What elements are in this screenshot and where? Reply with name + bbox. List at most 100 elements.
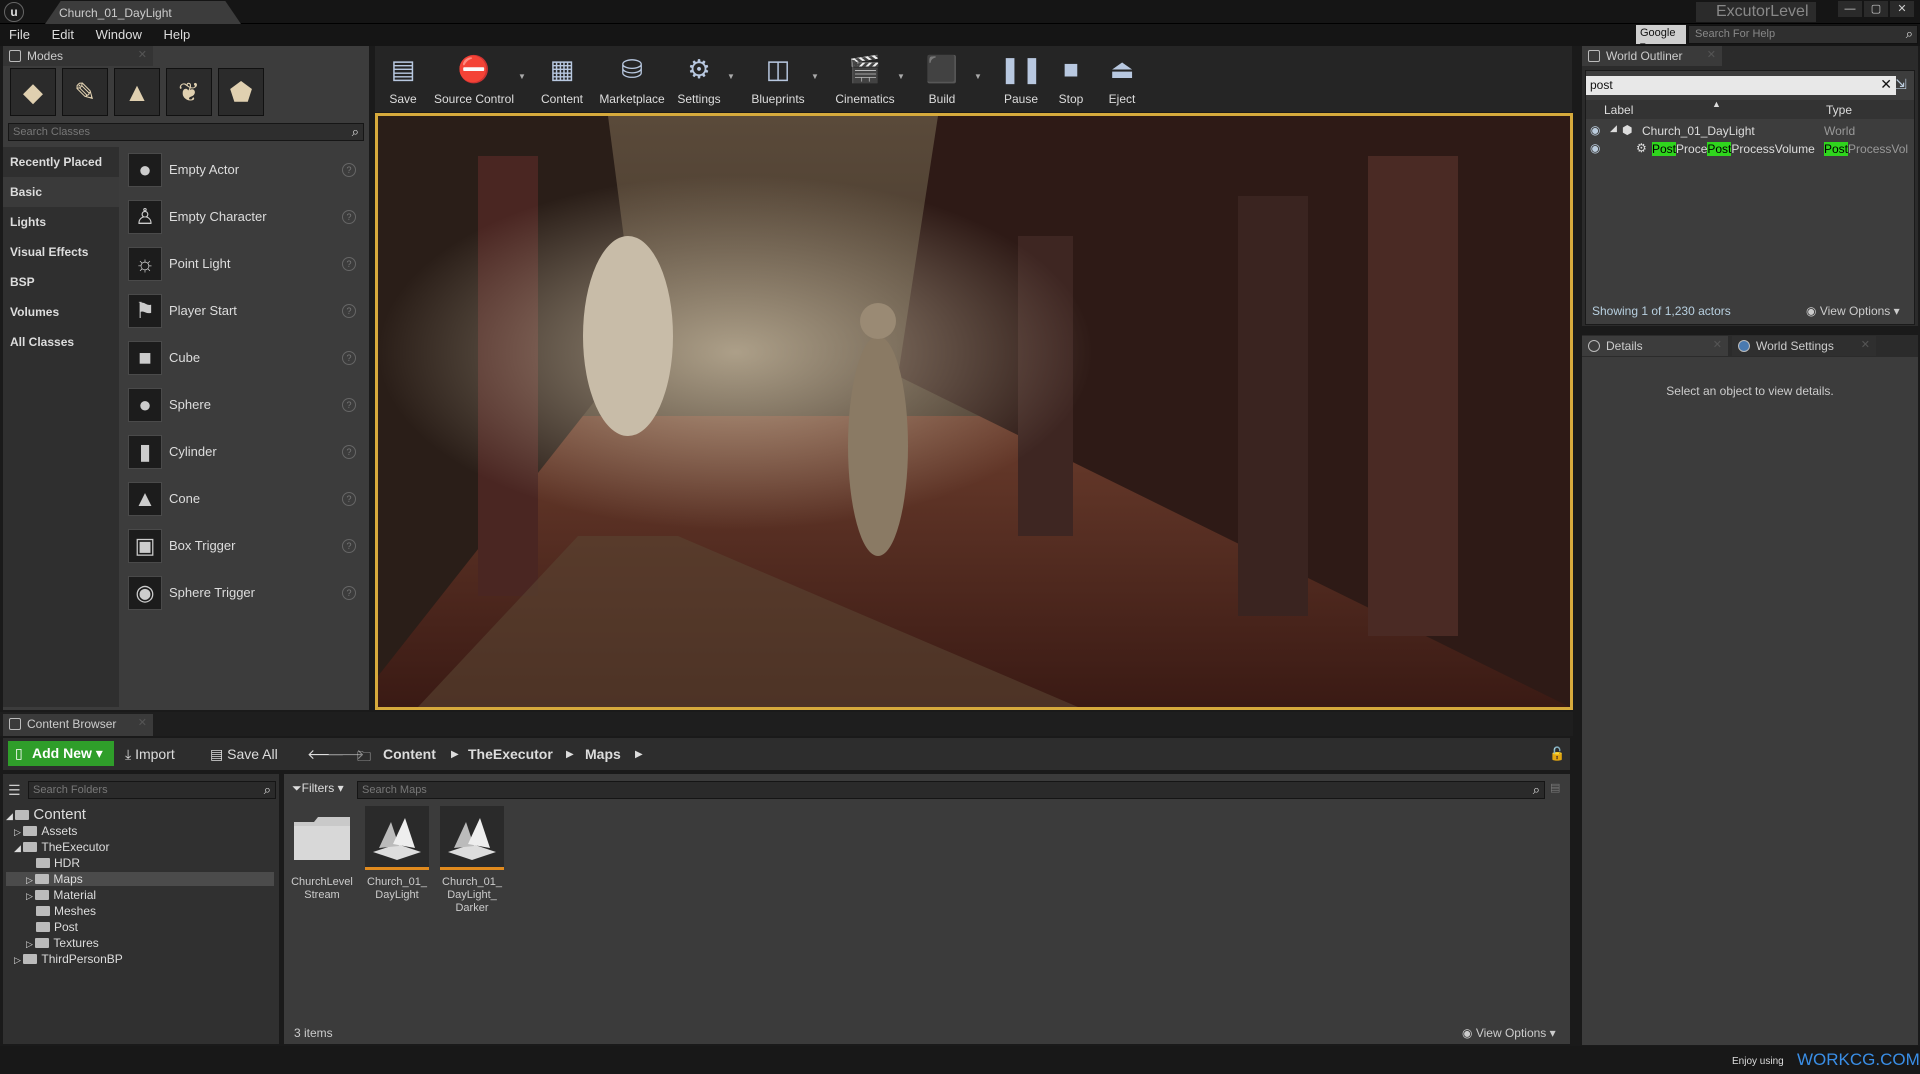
close-button[interactable]: ✕ (1890, 1, 1914, 17)
close-icon[interactable]: ✕ (138, 48, 147, 61)
outliner-row-postprocess[interactable]: ◉ ⚙ PostProcePostProcessVolume PostProce… (1586, 140, 1914, 158)
type-column-header[interactable]: Type (1826, 103, 1852, 117)
menu-file[interactable]: File (0, 24, 39, 45)
modes-tab[interactable]: Modes ✕ (3, 46, 153, 66)
build-button[interactable]: ⬛ Build (919, 49, 965, 109)
level-viewport[interactable] (375, 113, 1573, 710)
world-outliner-tab[interactable]: World Outliner ✕ (1582, 46, 1722, 66)
chevron-down-icon[interactable]: ▼ (518, 72, 526, 81)
class-item-box-trigger[interactable]: ▣ Box Trigger? (120, 523, 366, 570)
class-item-cone[interactable]: ▲ Cone? (120, 476, 366, 523)
label-column-header[interactable]: Label (1604, 103, 1633, 117)
world-settings-tab[interactable]: World Settings ✕ (1732, 336, 1876, 356)
tree-theexecutor[interactable]: ◢ TheExecutor (14, 840, 109, 854)
tree-textures[interactable]: ▷ Textures (26, 936, 99, 950)
content-button[interactable]: ▦ Content (538, 49, 586, 109)
class-item-empty-actor[interactable]: ● Empty Actor? (120, 147, 366, 194)
help-search-input[interactable]: Search For Help ⌕ (1688, 25, 1918, 44)
menu-window[interactable]: Window (87, 24, 151, 45)
close-icon[interactable]: ✕ (1707, 48, 1716, 61)
paint-mode-button[interactable]: ✎ (62, 68, 108, 116)
foliage-mode-button[interactable]: ❦ (166, 68, 212, 116)
help-icon[interactable]: ? (342, 351, 356, 365)
details-tab[interactable]: Details ✕ (1582, 336, 1728, 356)
tree-post[interactable]: Post (36, 920, 78, 934)
category-basic[interactable]: Basic (3, 177, 119, 207)
class-item-sphere-trigger[interactable]: ◉ Sphere Trigger? (120, 570, 366, 617)
stop-button[interactable]: ■ Stop (1051, 49, 1091, 109)
maximize-button[interactable]: ▢ (1864, 1, 1888, 17)
search-options-icon[interactable]: ▤ (1550, 781, 1560, 794)
place-mode-button[interactable]: ◆ (10, 68, 56, 116)
asset-churchlevelstream[interactable]: ChurchLevel Stream (287, 806, 357, 902)
help-icon[interactable]: ? (342, 163, 356, 177)
help-icon[interactable]: ? (342, 539, 356, 553)
class-item-cube[interactable]: ■ Cube? (120, 335, 366, 382)
category-visual-effects[interactable]: Visual Effects (3, 237, 119, 267)
help-icon[interactable]: ? (342, 398, 356, 412)
outliner-row-world[interactable]: ◉ ◢ ⬢ Church_01_DayLight World (1586, 122, 1914, 140)
add-actor-icon[interactable]: ⇲ (1890, 76, 1912, 95)
tree-hdr[interactable]: HDR (36, 856, 80, 870)
asset-church01-daylight[interactable]: Church_01_ DayLight (362, 806, 432, 902)
chevron-right-icon[interactable]: ▶ (451, 749, 459, 760)
help-icon[interactable]: ? (342, 210, 356, 224)
close-icon[interactable]: ✕ (1713, 338, 1722, 351)
outliner-view-options[interactable]: ◉ View Options ▾ (1806, 304, 1900, 318)
class-item-cylinder[interactable]: ▮ Cylinder? (120, 429, 366, 476)
help-icon[interactable]: ? (342, 586, 356, 600)
visibility-eye-icon[interactable]: ◉ (1590, 123, 1600, 137)
category-lights[interactable]: Lights (3, 207, 119, 237)
search-folders-input[interactable]: Search Folders ⌕ (28, 781, 276, 799)
sources-toggle-icon[interactable]: ☰ (8, 782, 21, 799)
pause-button[interactable]: ❚❚ Pause (999, 49, 1043, 109)
save-all-button[interactable]: ▤ Save All (210, 746, 278, 763)
import-button[interactable]: ⤓ Import (125, 746, 175, 763)
search-engine-dropdown[interactable]: Google ▾ (1636, 25, 1686, 52)
chevron-down-icon[interactable]: ▼ (897, 72, 905, 81)
close-icon[interactable]: ✕ (138, 716, 147, 729)
class-item-player-start[interactable]: ⚑ Player Start? (120, 288, 366, 335)
category-bsp[interactable]: BSP (3, 267, 119, 297)
chevron-down-icon[interactable]: ▼ (974, 72, 982, 81)
menu-help[interactable]: Help (154, 24, 199, 45)
chevron-down-icon[interactable]: ▼ (727, 72, 735, 81)
lock-icon[interactable]: 🔓 (1549, 746, 1565, 762)
cinematics-button[interactable]: 🎬 Cinematics (830, 49, 900, 109)
marketplace-button[interactable]: ⛁ Marketplace (597, 49, 667, 109)
visibility-eye-icon[interactable]: ◉ (1590, 141, 1600, 155)
category-volumes[interactable]: Volumes (3, 297, 119, 327)
outliner-search-input[interactable]: post ✕ (1586, 76, 1896, 95)
landscape-mode-button[interactable]: ▲ (114, 68, 160, 116)
geometry-mode-button[interactable]: ⬟ (218, 68, 264, 116)
class-item-sphere[interactable]: ● Sphere? (120, 382, 366, 429)
settings-button[interactable]: ⚙ Settings (673, 49, 725, 109)
asset-church01-daylight-darker[interactable]: Church_01_ DayLight_ Darker (437, 806, 507, 915)
breadcrumb-theexecutor[interactable]: TheExecutor (468, 746, 553, 762)
content-view-options[interactable]: ◉ View Options ▾ (1462, 1026, 1556, 1040)
help-icon[interactable]: ? (342, 257, 356, 271)
class-item-empty-character[interactable]: ♙ Empty Character? (120, 194, 366, 241)
category-all-classes[interactable]: All Classes (3, 327, 119, 357)
close-icon[interactable]: ✕ (1861, 338, 1870, 351)
chevron-right-icon[interactable]: ▶ (635, 749, 643, 760)
search-maps-input[interactable]: Search Maps ⌕ (357, 781, 1545, 799)
minimize-button[interactable]: — (1838, 1, 1862, 17)
breadcrumb-maps[interactable]: Maps (585, 746, 621, 762)
source-control-button[interactable]: ⛔ Source Control (431, 49, 517, 109)
eject-button[interactable]: ⏏ Eject (1101, 49, 1143, 109)
tree-content[interactable]: ◢ Content (6, 806, 86, 823)
expand-triangle-icon[interactable]: ◢ (1610, 123, 1617, 134)
help-icon[interactable]: ? (342, 445, 356, 459)
help-icon[interactable]: ? (342, 492, 356, 506)
menu-edit[interactable]: Edit (43, 24, 83, 45)
search-classes-input[interactable]: Search Classes ⌕ (8, 123, 364, 141)
filters-button[interactable]: ⏷Filters ▾ (292, 781, 344, 796)
level-tab[interactable]: Church_01_DayLight (45, 1, 241, 24)
tree-material[interactable]: ▷ Material (26, 888, 96, 902)
category-recently-placed[interactable]: Recently Placed (3, 147, 119, 177)
save-button[interactable]: ▤ Save (381, 49, 425, 109)
blueprints-button[interactable]: ◫ Blueprints (747, 49, 809, 109)
tree-thirdpersonbp[interactable]: ▷ ThirdPersonBP (14, 952, 123, 966)
tree-assets[interactable]: ▷ Assets (14, 824, 77, 838)
